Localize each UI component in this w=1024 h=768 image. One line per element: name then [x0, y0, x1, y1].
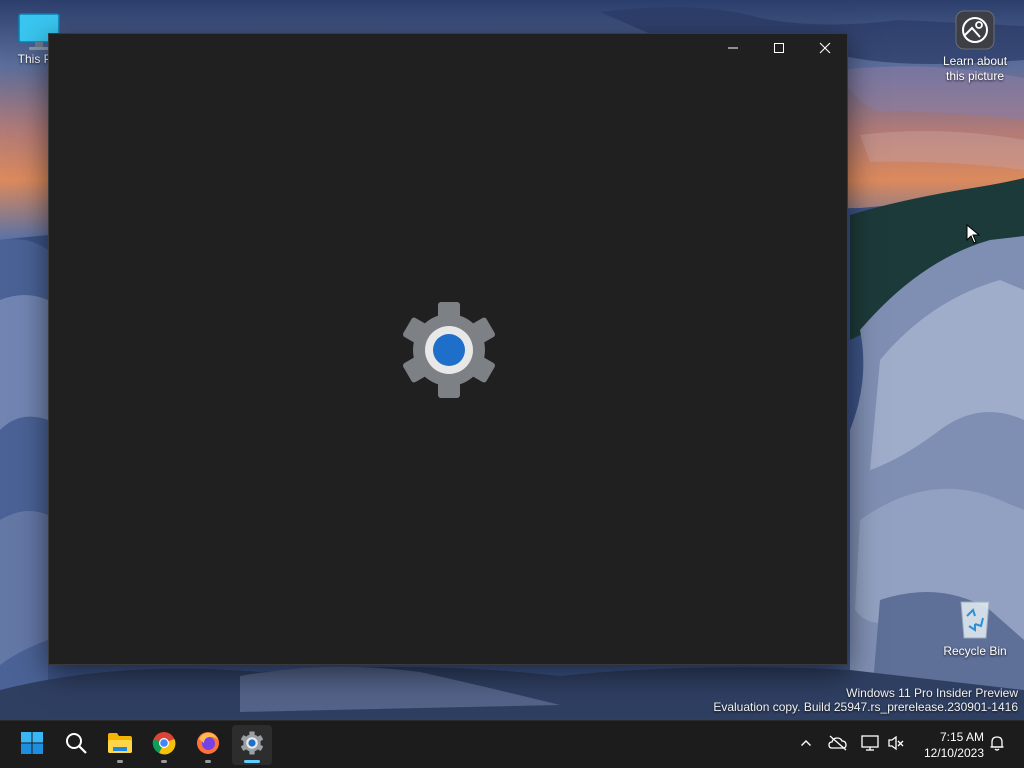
close-button[interactable] — [802, 34, 848, 66]
taskbar-firefox[interactable] — [188, 725, 228, 765]
running-indicator — [161, 760, 167, 763]
chrome-icon — [152, 731, 176, 760]
maximize-icon — [773, 41, 785, 59]
running-indicator — [117, 760, 123, 763]
search-button[interactable] — [56, 725, 96, 765]
folder-icon — [107, 732, 133, 759]
desktop-icon-recycle-bin[interactable]: Recycle Bin — [937, 596, 1013, 659]
notifications-button[interactable] — [985, 733, 1009, 757]
settings-gear-icon — [240, 730, 264, 760]
watermark-line-2: Evaluation copy. Build 25947.rs_prerelea… — [713, 700, 1018, 714]
network-icon — [861, 734, 879, 756]
clock-date: 12/10/2023 — [923, 746, 984, 760]
taskbar: 7:15 AM 12/10/2023 — [0, 720, 1024, 768]
network-button[interactable] — [858, 733, 882, 757]
onedrive-offline-icon — [828, 735, 848, 756]
onedrive-button[interactable] — [826, 733, 850, 757]
recycle-bin-icon — [955, 596, 995, 640]
minimize-button[interactable] — [710, 34, 756, 66]
minimize-icon — [727, 41, 739, 59]
notification-bell-icon — [989, 735, 1005, 756]
settings-window[interactable] — [48, 33, 848, 665]
spotlight-icon — [955, 10, 995, 50]
close-icon — [819, 41, 831, 59]
volume-muted-icon — [887, 735, 905, 756]
taskbar-chrome[interactable] — [144, 725, 184, 765]
taskbar-settings[interactable] — [232, 725, 272, 765]
chevron-up-icon — [800, 736, 812, 754]
mouse-cursor-icon — [966, 223, 981, 249]
watermark-line-1: Windows 11 Pro Insider Preview — [846, 686, 1018, 700]
desktop-icon-label: Learn about this picture — [942, 54, 1008, 83]
desktop-icon-label: Recycle Bin — [943, 644, 1007, 658]
settings-gear-icon — [399, 300, 499, 405]
volume-button[interactable] — [884, 733, 908, 757]
windows-logo-icon — [20, 731, 44, 760]
clock-time: 7:15 AM — [939, 730, 984, 744]
desktop-icon-learn-about-this-picture[interactable]: Learn about this picture — [934, 10, 1016, 84]
show-hidden-icons-button[interactable] — [794, 733, 818, 757]
running-indicator — [205, 760, 211, 763]
taskbar-file-explorer[interactable] — [100, 725, 140, 765]
search-icon — [64, 731, 88, 760]
taskbar-clock[interactable]: 7:15 AM 12/10/2023 — [912, 729, 984, 761]
active-indicator — [244, 760, 260, 763]
firefox-icon — [196, 731, 220, 760]
start-button[interactable] — [12, 725, 52, 765]
maximize-button[interactable] — [756, 34, 802, 66]
evaluation-watermark: Windows 11 Pro Insider Preview Evaluatio… — [713, 686, 1018, 714]
